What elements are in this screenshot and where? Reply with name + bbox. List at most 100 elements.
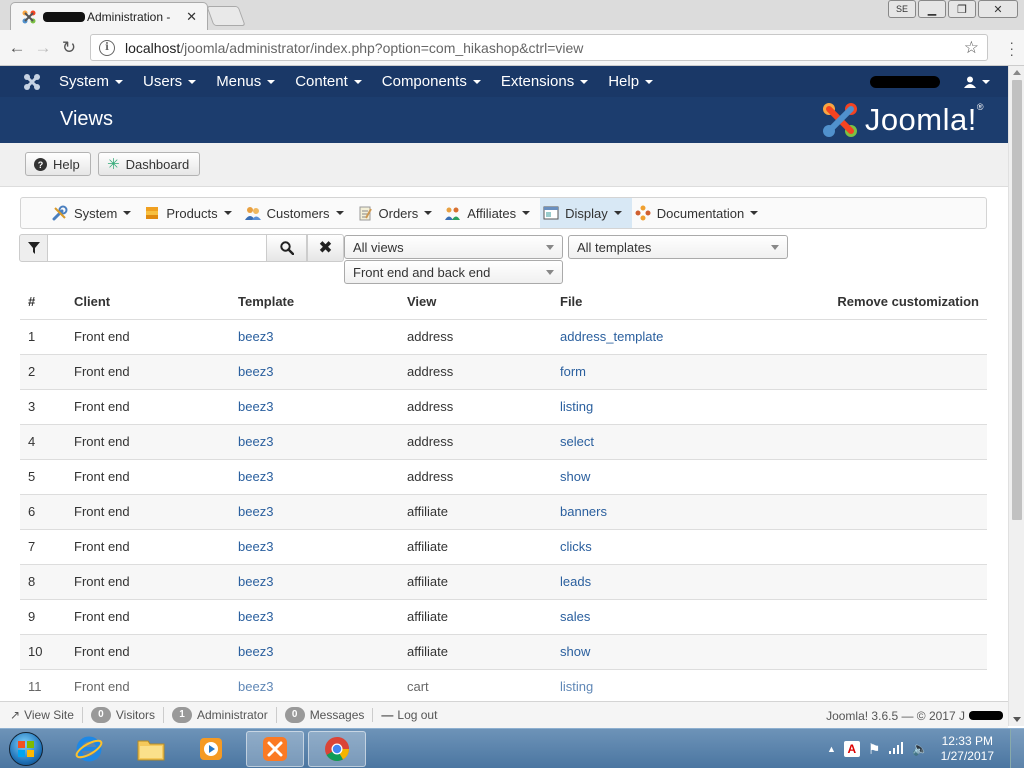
row-file-link[interactable]: show — [560, 469, 590, 484]
row-file-link[interactable]: listing — [560, 399, 593, 414]
row-template-link[interactable]: beez3 — [238, 609, 273, 624]
nav-menus[interactable]: Menus — [206, 66, 285, 97]
col-file[interactable]: File — [552, 284, 822, 320]
row-file-link[interactable]: banners — [560, 504, 607, 519]
hika-menu-products[interactable]: Products — [141, 198, 241, 228]
nav-extensions[interactable]: Extensions — [491, 66, 598, 97]
taskbar-internet-explorer[interactable] — [60, 731, 118, 767]
col-view[interactable]: View — [399, 284, 552, 320]
row-template-link[interactable]: beez3 — [238, 574, 273, 589]
row-file-link[interactable]: listing — [560, 679, 593, 694]
help-button[interactable]: ? Help — [25, 152, 91, 176]
restore-icon[interactable]: ❐ — [948, 0, 976, 18]
show-hidden-icons-icon[interactable]: ▲ — [827, 744, 836, 754]
browser-menu-icon[interactable]: · · · — [1009, 35, 1014, 61]
administrator-status[interactable]: 1 Administrator — [163, 707, 276, 723]
client-select[interactable]: Front end and back end — [344, 260, 563, 284]
hika-menu-customers[interactable]: Customers — [242, 198, 354, 228]
browser-tab-active[interactable]: Administration - ✕ — [10, 2, 208, 30]
info-icon[interactable]: i — [99, 39, 115, 56]
row-template-link[interactable]: beez3 — [238, 329, 273, 344]
row-remove — [822, 633, 987, 669]
row-file-link[interactable]: address_template — [560, 329, 663, 344]
col-template[interactable]: Template — [230, 284, 399, 320]
view-site-link[interactable]: ↗ View Site — [10, 708, 82, 722]
row-template-link[interactable]: beez3 — [238, 434, 273, 449]
row-file-link[interactable]: sales — [560, 609, 590, 624]
row-template-link[interactable]: beez3 — [238, 644, 273, 659]
address-bar[interactable]: i localhost/joomla/administrator/index.p… — [90, 34, 988, 61]
row-file-link[interactable]: clicks — [560, 539, 592, 554]
col-number[interactable]: # — [20, 284, 66, 320]
chevron-down-icon — [522, 211, 531, 215]
nav-content[interactable]: Content — [285, 66, 372, 97]
row-view: address — [399, 423, 552, 459]
row-remove — [822, 353, 987, 389]
nav-help[interactable]: Help — [598, 66, 663, 97]
filter-icon[interactable] — [19, 234, 48, 262]
taskbar-file-explorer[interactable] — [122, 731, 180, 767]
logout-link[interactable]: — Log out — [372, 708, 445, 722]
close-window-icon[interactable]: ✕ — [978, 0, 1018, 18]
table-row: 11 Front end beez3 cart listing — [20, 668, 987, 704]
joomla-logo-icon[interactable] — [15, 66, 49, 97]
hika-menu-affiliates[interactable]: Affiliates — [442, 198, 540, 228]
taskbar-media-player[interactable] — [182, 731, 240, 767]
col-client[interactable]: Client — [66, 284, 230, 320]
row-template-link[interactable]: beez3 — [238, 364, 273, 379]
messages-status[interactable]: 0 Messages — [275, 707, 373, 723]
user-profile-icon[interactable]: SE — [888, 0, 916, 18]
new-tab-button[interactable] — [206, 6, 246, 26]
templates-select[interactable]: All templates — [568, 235, 788, 259]
taskbar-chrome[interactable] — [308, 731, 366, 767]
scroll-down-icon[interactable] — [1013, 717, 1021, 722]
joomla-brand-text: Joomla!® — [864, 102, 984, 137]
row-view: affiliate — [399, 493, 552, 529]
back-icon[interactable]: ← — [4, 35, 30, 61]
reload-icon[interactable]: ↻ — [56, 35, 82, 61]
hika-menu-orders[interactable]: Orders — [354, 198, 443, 228]
antivirus-icon[interactable]: A — [843, 741, 860, 757]
row-template-link[interactable]: beez3 — [238, 399, 273, 414]
row-client: Front end — [66, 388, 230, 424]
hika-menu-display[interactable]: Display — [540, 198, 632, 228]
start-button[interactable] — [4, 730, 48, 768]
row-file-link[interactable]: show — [560, 644, 590, 659]
network-icon[interactable] — [888, 741, 904, 758]
table-row: 4 Front end beez3 address select — [20, 423, 987, 459]
chevron-down-icon — [223, 211, 232, 215]
row-template-link[interactable]: beez3 — [238, 539, 273, 554]
volume-icon[interactable]: 🔈 — [912, 741, 928, 757]
clear-search-button[interactable]: ✖ — [307, 234, 344, 262]
row-template-link[interactable]: beez3 — [238, 679, 273, 694]
scroll-up-icon[interactable] — [1013, 70, 1021, 75]
nav-users[interactable]: Users — [133, 66, 206, 97]
row-file-link[interactable]: select — [560, 434, 594, 449]
bookmark-star-icon[interactable]: ☆ — [964, 38, 979, 58]
nav-system[interactable]: System — [49, 66, 133, 97]
scrollbar-thumb[interactable] — [1012, 80, 1022, 520]
hika-menu-documentation[interactable]: Documentation — [632, 198, 768, 228]
visitors-status[interactable]: 0 Visitors — [81, 707, 163, 723]
search-button[interactable] — [266, 234, 307, 262]
hika-menu-system[interactable]: System — [49, 198, 141, 228]
search-input[interactable] — [47, 234, 267, 262]
row-file-link[interactable]: form — [560, 364, 586, 379]
page-scrollbar[interactable] — [1008, 66, 1024, 726]
forward-icon[interactable]: → — [30, 35, 56, 61]
col-remove-customization[interactable]: Remove customization — [822, 284, 987, 320]
nav-components[interactable]: Components — [372, 66, 491, 97]
row-template-link[interactable]: beez3 — [238, 504, 273, 519]
action-center-flag-icon[interactable]: ⚑ — [868, 741, 881, 758]
tab-close-icon[interactable]: ✕ — [186, 9, 197, 25]
system-clock[interactable]: 12:33 PM 1/27/2017 — [941, 734, 994, 764]
user-menu[interactable] — [964, 76, 990, 88]
views-select[interactable]: All views — [344, 235, 563, 259]
show-desktop-button[interactable] — [1010, 729, 1024, 768]
page-title: Views — [60, 108, 113, 130]
taskbar-xampp[interactable] — [246, 731, 304, 767]
minimize-icon[interactable]: ▁ — [918, 0, 946, 18]
row-file-link[interactable]: leads — [560, 574, 591, 589]
row-template-link[interactable]: beez3 — [238, 469, 273, 484]
dashboard-button[interactable]: ✳ Dashboard — [98, 152, 201, 176]
